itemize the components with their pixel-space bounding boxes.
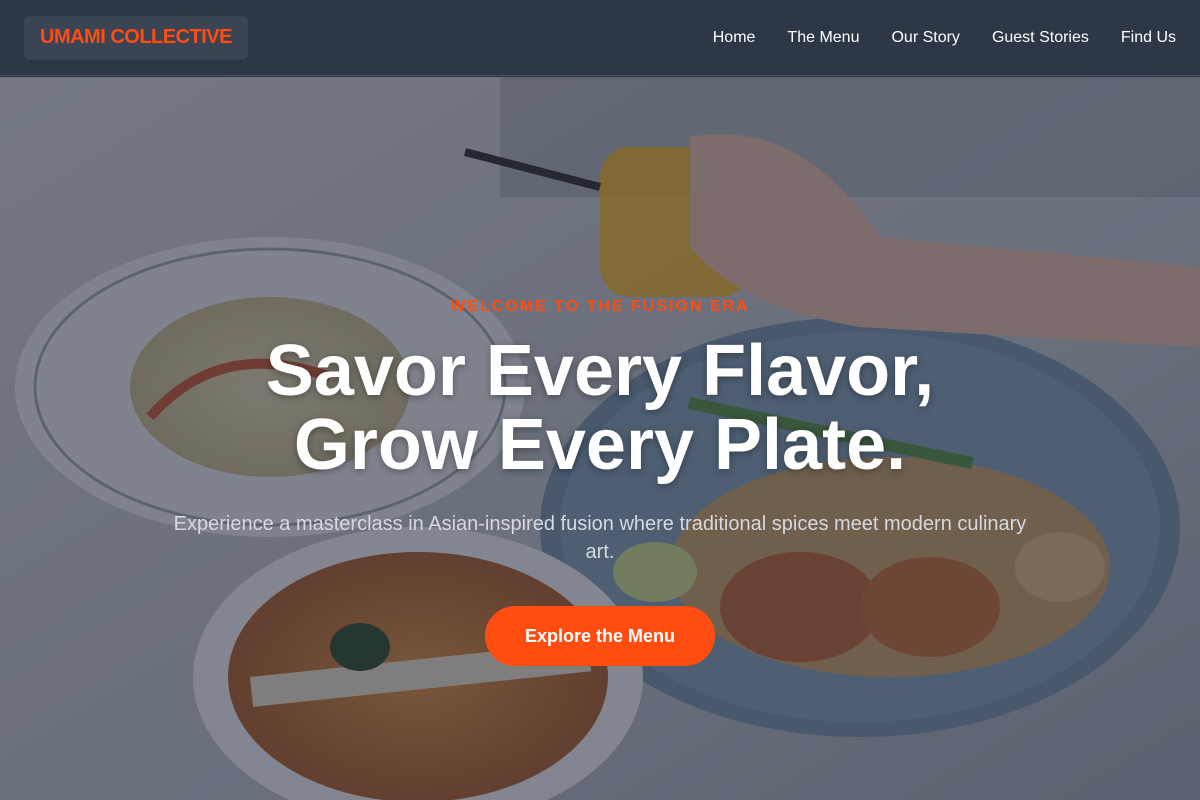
hero-subtitle: Experience a masterclass in Asian-inspir… xyxy=(173,513,1027,563)
hero-headline: Savor Every Flavor, Grow Every Plate. xyxy=(266,334,934,482)
headline-line-1: Savor Every Flavor, xyxy=(265,331,935,411)
hero-content: WELCOME TO THE FUSION ERA Savor Every Fl… xyxy=(0,77,1200,800)
logo[interactable]: UMAMI COLLECTIVE xyxy=(24,15,248,60)
main-nav: Home The Menu Our Story Guest Stories Fi… xyxy=(713,29,1176,47)
nav-link-our-story[interactable]: Our Story xyxy=(891,29,959,47)
nav-link-find-us[interactable]: Find Us xyxy=(1121,29,1176,47)
nav-link-home[interactable]: Home xyxy=(713,29,756,47)
headline-line-2: Grow Every Plate. xyxy=(293,405,907,485)
site-header: UMAMI COLLECTIVE Home The Menu Our Story… xyxy=(0,0,1200,76)
hero-section: WELCOME TO THE FUSION ERA Savor Every Fl… xyxy=(0,77,1200,800)
hero-eyebrow: WELCOME TO THE FUSION ERA xyxy=(450,298,750,315)
explore-menu-button[interactable]: Explore the Menu xyxy=(485,606,715,666)
nav-link-guest-stories[interactable]: Guest Stories xyxy=(992,29,1089,47)
nav-link-menu[interactable]: The Menu xyxy=(787,29,859,47)
